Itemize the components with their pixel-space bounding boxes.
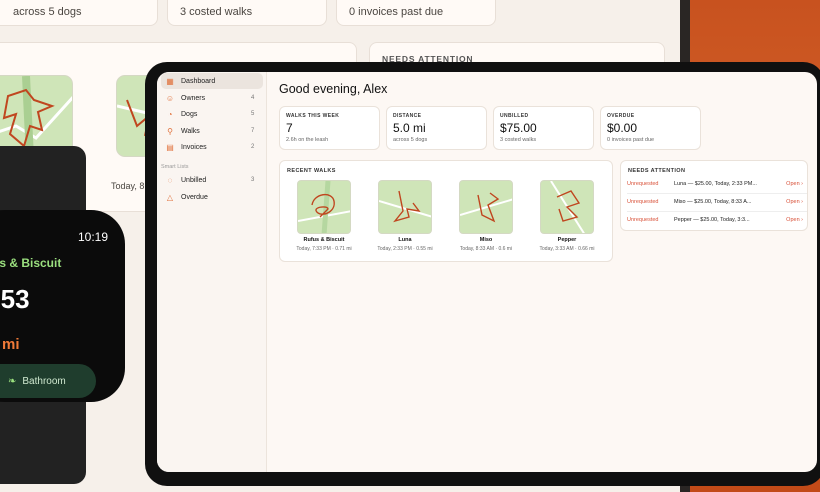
walks-icon: ⚲ — [167, 126, 173, 136]
walk-route-map — [297, 180, 351, 234]
watch-band-bottom — [0, 390, 86, 484]
sidebar-item-dashboard[interactable]: ▦ Dashboard — [161, 73, 263, 89]
stat-sub: across 5 dogs — [393, 137, 428, 143]
walk-detail: Today, 7:33 PM · 0.71 mi — [296, 246, 352, 252]
unrequested-tag: Unrequested — [627, 199, 659, 205]
stat-sub: 2.6h on the leash — [286, 137, 329, 143]
recent-walks-panel: RECENT WALKS Rufus & Biscuit Today, 7:33… — [279, 160, 613, 262]
attention-text: Miso — $25.00, Today, 8:33 A... — [674, 199, 752, 205]
stat-card-overdue: OVERDUE $0.00 0 invoices past due — [600, 106, 701, 150]
sidebar-item-count: 7 — [251, 128, 255, 134]
attention-text: Pepper — $25.00, Today, 3:3... — [674, 217, 750, 223]
walk-name: Luna — [398, 237, 412, 243]
walk-card[interactable]: Rufus & Biscuit Today, 7:33 PM · 0.71 mi — [284, 180, 364, 260]
walk-name: Rufus & Biscuit — [303, 237, 345, 243]
watch-distance-unit: mi — [2, 336, 20, 353]
laptop-walk-map[interactable] — [0, 75, 73, 157]
smartwatch: 10:19 us & Biscuit :53 mi ❧ Bathroom — [0, 210, 125, 402]
walk-card[interactable]: Luna Today, 2:33 PM · 0.55 mi — [365, 180, 445, 260]
stat-value: 5.0 mi — [393, 121, 426, 135]
stat-card-unbilled: UNBILLED $75.00 3 costed walks — [493, 106, 594, 150]
laptop-stat-card-overdue: 0 invoices past due — [336, 0, 496, 26]
sidebar-item-walks[interactable]: ⚲ Walks 7 — [161, 123, 263, 139]
stat-sub: 3 costed walks — [500, 137, 537, 143]
unbilled-icon: ◌ — [167, 175, 173, 185]
owners-icon: ☺ — [165, 93, 175, 103]
walk-card[interactable]: Miso Today, 8:33 AM · 0.6 mi — [446, 180, 526, 260]
unrequested-tag: Unrequested — [627, 181, 659, 187]
walk-name: Pepper — [557, 237, 577, 243]
overdue-icon: △ — [166, 192, 174, 202]
laptop-stat-sub: across 5 dogs — [13, 6, 82, 18]
attention-row[interactable]: Unrequested Luna — $25.00, Today, 2:33 P… — [627, 176, 803, 192]
unrequested-tag: Unrequested — [627, 217, 659, 223]
laptop-stat-card-distance: across 5 dogs — [0, 0, 158, 26]
walk-detail: Today, 2:33 PM · 0.55 mi — [377, 246, 433, 252]
walk-route-map — [378, 180, 432, 234]
needs-attention-panel: NEEDS ATTENTION Unrequested Luna — $25.0… — [620, 160, 808, 231]
stat-card-walks: WALKS THIS WEEK 7 2.6h on the leash — [279, 106, 380, 150]
walk-detail: Today, 8:33 AM · 0.6 mi — [459, 246, 513, 252]
sidebar-item-dogs[interactable]: ◔ Dogs 5 — [161, 106, 263, 122]
sidebar-item-count: 4 — [251, 95, 255, 101]
bathroom-button-label: Bathroom — [22, 375, 66, 387]
sidebar-item-count: 3 — [251, 177, 255, 183]
watch-timer: :53 — [0, 284, 30, 314]
stat-title: UNBILLED — [500, 113, 529, 119]
sidebar-item-label: Unbilled — [181, 176, 207, 184]
stat-value: 7 — [286, 121, 293, 135]
laptop-stat-sub: 3 costed walks — [180, 6, 253, 18]
stat-title: DISTANCE — [393, 113, 422, 119]
sidebar-item-label: Owners — [181, 94, 206, 102]
laptop-stat-card-unbilled: 3 costed walks — [167, 0, 327, 26]
page-title: Good evening, Alex — [279, 82, 388, 96]
needs-attention-title: NEEDS ATTENTION — [628, 168, 686, 174]
sidebar-item-label: Invoices — [181, 143, 207, 151]
stat-card-distance: DISTANCE 5.0 mi across 5 dogs — [386, 106, 487, 150]
sidebar-item-label: Dashboard — [181, 77, 216, 85]
stat-value: $75.00 — [500, 121, 537, 135]
tablet-screen: ▦ Dashboard ☺ Owners 4 ◔ Dogs 5 ⚲ Walks … — [157, 72, 817, 472]
stat-sub: 0 invoices past due — [607, 137, 655, 143]
recent-walks-title: RECENT WALKS — [287, 168, 336, 174]
walk-name: Miso — [479, 237, 493, 243]
sidebar-item-label: Walks — [181, 127, 200, 135]
smart-lists-heading: Smart Lists — [161, 164, 189, 170]
stat-title: OVERDUE — [607, 113, 635, 119]
walk-detail: Today, 3:33 AM · 0.66 mi — [539, 246, 595, 252]
attention-row[interactable]: Unrequested Pepper — $25.00, Today, 3:3.… — [627, 212, 803, 228]
watch-time: 10:19 — [78, 230, 109, 244]
dogs-icon: ◔ — [167, 109, 173, 119]
sidebar-item-invoices[interactable]: ▤ Invoices 2 — [161, 139, 263, 155]
walk-card[interactable]: Pepper Today, 3:33 AM · 0.66 mi — [527, 180, 607, 260]
sidebar: ▦ Dashboard ☺ Owners 4 ◔ Dogs 5 ⚲ Walks … — [157, 72, 267, 472]
sidebar-item-overdue[interactable]: △ Overdue — [161, 189, 263, 205]
stat-title: WALKS THIS WEEK — [286, 113, 340, 119]
sidebar-item-label: Overdue — [181, 193, 208, 201]
sidebar-item-owners[interactable]: ☺ Owners 4 — [161, 90, 263, 106]
attention-text: Luna — $25.00, Today, 2:33 PM... — [674, 181, 757, 187]
sidebar-item-label: Dogs — [181, 110, 198, 118]
laptop-stat-sub: 0 invoices past due — [349, 6, 444, 18]
dashboard-icon: ▦ — [166, 76, 174, 86]
open-link[interactable]: Open › — [783, 199, 803, 205]
invoices-icon: ▤ — [166, 142, 174, 152]
watch-walk-name: us & Biscuit — [0, 256, 62, 270]
open-link[interactable]: Open › — [783, 217, 803, 223]
leaf-icon: ❧ — [8, 375, 17, 387]
sidebar-item-count: 5 — [251, 111, 255, 117]
walk-route-map — [540, 180, 594, 234]
laptop-walk-date: Today, 8 — [111, 181, 145, 191]
attention-row[interactable]: Unrequested Miso — $25.00, Today, 8:33 A… — [627, 194, 803, 210]
walk-route-map — [459, 180, 513, 234]
sidebar-item-count: 2 — [251, 144, 255, 150]
bathroom-button[interactable]: ❧ Bathroom — [0, 364, 96, 398]
open-link[interactable]: Open › — [783, 181, 803, 187]
sidebar-item-unbilled[interactable]: ◌ Unbilled 3 — [161, 172, 263, 188]
stat-value: $0.00 — [607, 121, 638, 135]
dashboard-main: Good evening, Alex WALKS THIS WEEK 7 2.6… — [267, 72, 817, 472]
